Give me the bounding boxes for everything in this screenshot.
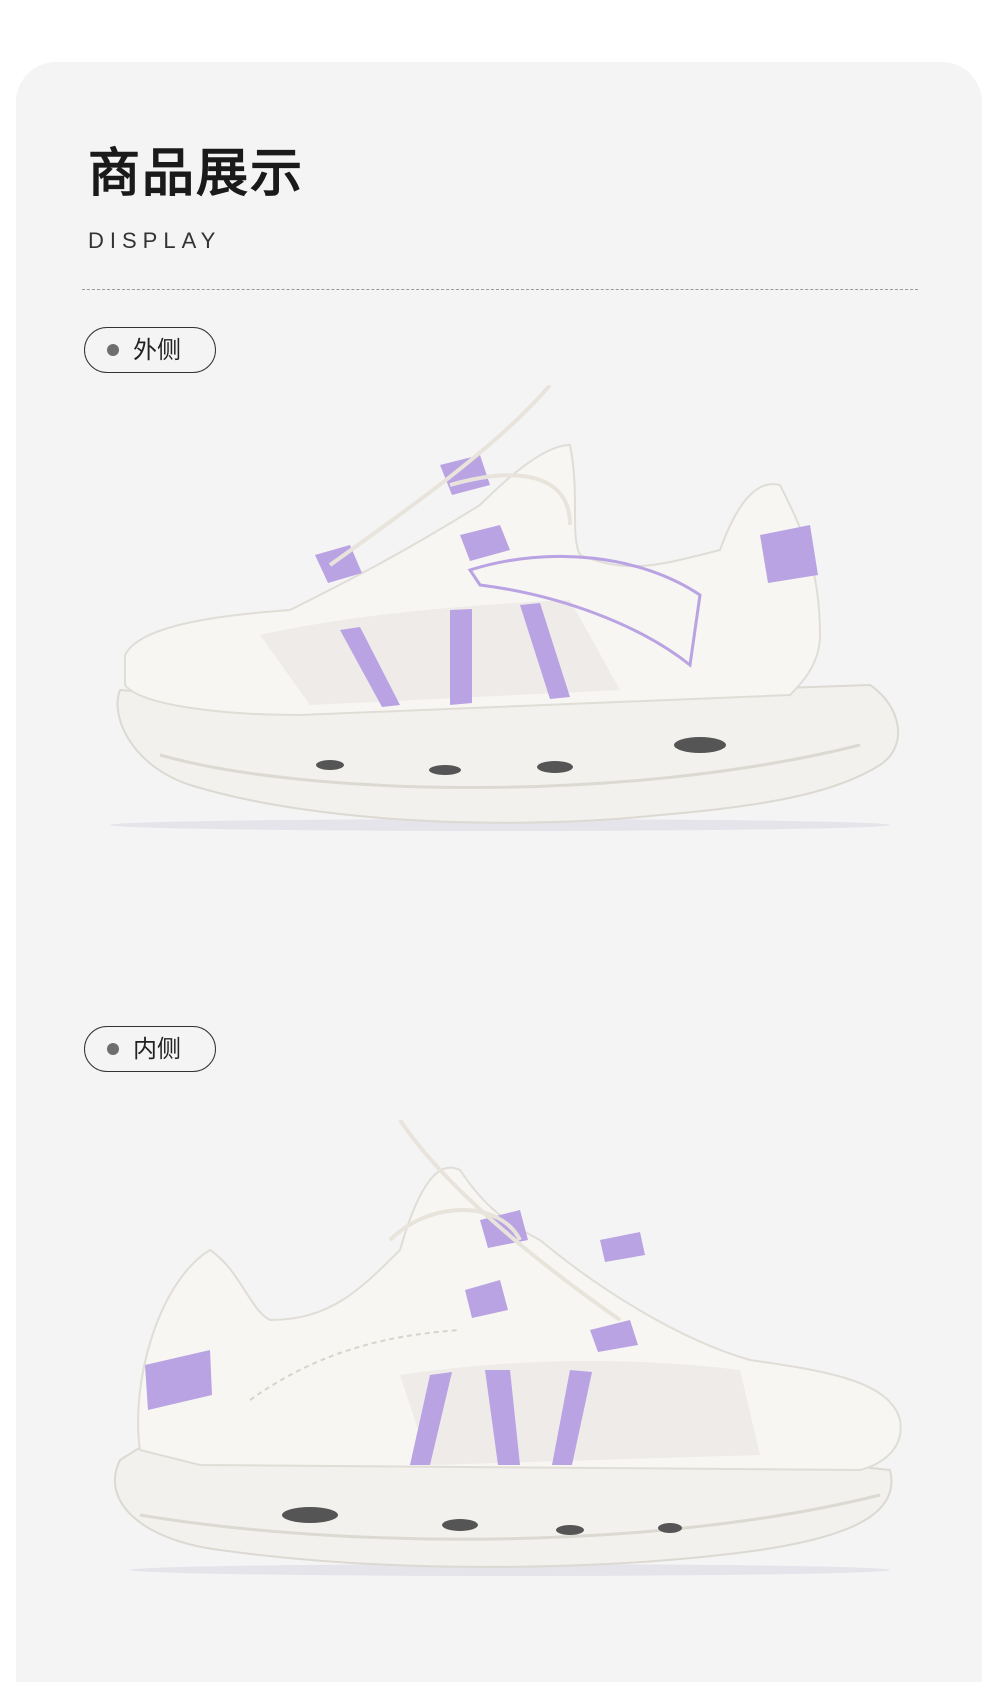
dashed-divider	[82, 289, 918, 290]
tag-lateral: 外侧	[84, 327, 216, 373]
bullet-icon	[107, 1043, 119, 1055]
section-title: 商品展示	[88, 144, 305, 204]
section-subtitle: DISPLAY	[88, 228, 222, 253]
tag-label: 内侧	[133, 1035, 181, 1063]
sneaker-lateral-image	[110, 385, 899, 831]
bullet-icon	[107, 344, 119, 356]
tag-label: 外侧	[133, 336, 181, 364]
sneaker-medial-image	[114, 1120, 902, 1576]
tag-medial: 内侧	[84, 1026, 216, 1072]
